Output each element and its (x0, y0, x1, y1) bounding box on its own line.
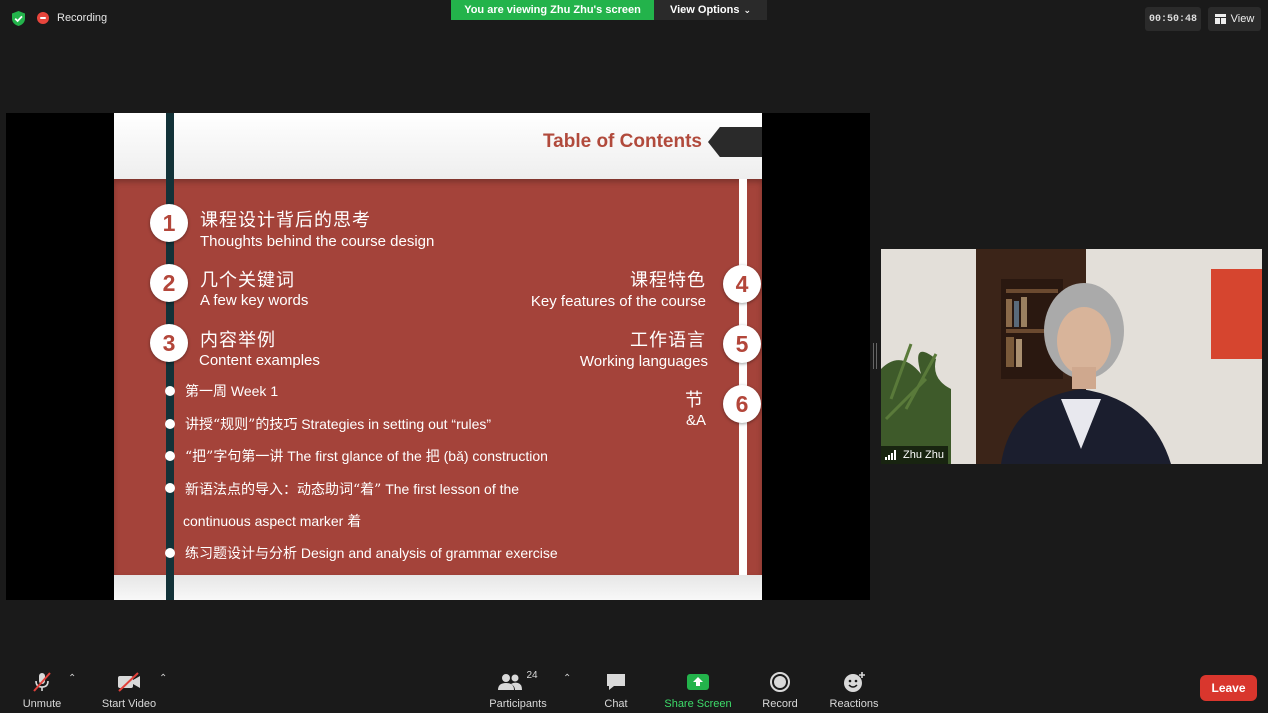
participant-video-tile[interactable] (881, 249, 1262, 464)
presentation-slide: Table of Contents 1 课程设计背后的思考 Thoughts b… (114, 113, 762, 600)
panel-resize-handle[interactable] (873, 343, 877, 369)
recording-indicator[interactable]: Recording (37, 8, 107, 28)
item-number-badge: 2 (150, 264, 188, 302)
grid-view-icon (1214, 14, 1226, 24)
item-zh-text: 课程特色 (630, 270, 706, 291)
share-screen-button[interactable]: Share Screen (664, 666, 732, 710)
item-zh-text: 课程设计背后的思考 (200, 210, 371, 231)
signal-strength-icon (885, 450, 896, 460)
item-en-text: Content examples (199, 352, 320, 369)
item-zh-text: 几个关键词 (200, 270, 295, 291)
chat-button[interactable]: Chat (596, 666, 636, 710)
participants-icon: 24 (498, 670, 538, 694)
view-button[interactable]: View (1208, 7, 1261, 31)
participants-button[interactable]: 24 Participants (488, 666, 548, 710)
item-zh-text: 内容举例 (200, 330, 276, 351)
bullet-text: 新语法点的导入：动态助词“着” The first lesson of the (185, 481, 520, 498)
item-en-text: Key features of the course (530, 293, 706, 310)
view-options-button[interactable]: View Options ⌄ (654, 0, 767, 20)
bullet-dot (165, 419, 175, 429)
bullet-dot (165, 483, 175, 493)
unmute-button[interactable]: Unmute (17, 666, 67, 710)
slide-footer-band (114, 575, 762, 600)
bullet-text-continuation: continuous aspect marker 着 (183, 513, 362, 529)
participant-name-label: Zhu Zhu (881, 446, 948, 464)
unmute-label: Unmute (22, 698, 62, 710)
bullet-text: “把”字句第一讲 The first glance of the 把 (bǎ) … (185, 448, 548, 465)
chat-bubble-icon (605, 670, 627, 694)
security-shield-icon[interactable] (10, 10, 27, 27)
participant-video-frame (881, 249, 1262, 464)
viewing-screen-banner: You are viewing Zhu Zhu's screen (451, 0, 654, 20)
bullet-text: 讲授“规则”的技巧 Strategies in setting out “rul… (185, 416, 492, 433)
reactions-label: Reactions (829, 698, 879, 710)
chevron-down-icon: ⌄ (743, 4, 752, 15)
bullet-text: 第一周 Week 1 (185, 383, 279, 400)
item-number-badge: 1 (150, 204, 188, 242)
audio-options-caret-icon[interactable]: ⌃ (68, 673, 76, 684)
video-options-caret-icon[interactable]: ⌃ (159, 673, 167, 684)
record-icon (769, 670, 791, 694)
view-options-label: View Options (669, 4, 740, 16)
share-screen-icon (686, 670, 710, 694)
record-button[interactable]: Record (760, 666, 800, 710)
start-video-label: Start Video (101, 698, 157, 710)
start-video-button[interactable]: Start Video (98, 666, 160, 710)
reactions-button[interactable]: Reactions (828, 666, 880, 710)
participant-name: Zhu Zhu (903, 449, 944, 461)
item-number-badge: 5 (723, 325, 761, 363)
participants-options-caret-icon[interactable]: ⌃ (563, 673, 571, 684)
video-camera-off-icon (116, 670, 142, 694)
bullet-dot (165, 386, 175, 396)
bullet-dot (165, 548, 175, 558)
microphone-muted-icon (30, 670, 54, 694)
item-zh-text: 节 (685, 390, 704, 411)
slide-right-bar (739, 179, 747, 575)
item-en-text: Working languages (579, 353, 708, 370)
item-number-badge: 6 (723, 385, 761, 423)
meeting-timer: 00:50:48 (1145, 7, 1201, 31)
view-label: View (1230, 13, 1255, 25)
item-en-text: Thoughts behind the course design (200, 233, 435, 250)
item-en-text: A few key words (200, 292, 309, 309)
item-number-badge: 4 (723, 265, 761, 303)
bullet-text: 练习题设计与分析 Design and analysis of grammar … (185, 545, 558, 562)
item-zh-text: 工作语言 (630, 330, 706, 351)
share-screen-label: Share Screen (664, 698, 732, 710)
reactions-smiley-icon (842, 670, 866, 694)
participants-label: Participants (489, 698, 547, 710)
item-en-text: &A (685, 412, 706, 429)
recording-label: Recording (57, 12, 108, 24)
bullet-dot (165, 451, 175, 461)
slide-title: Table of Contents (542, 131, 702, 152)
participants-count: 24 (526, 670, 538, 681)
chat-label: Chat (604, 698, 628, 710)
recording-dot-icon (37, 12, 49, 24)
record-label: Record (762, 698, 798, 710)
leave-button[interactable]: Leave (1200, 675, 1257, 701)
item-number-badge: 3 (150, 324, 188, 362)
